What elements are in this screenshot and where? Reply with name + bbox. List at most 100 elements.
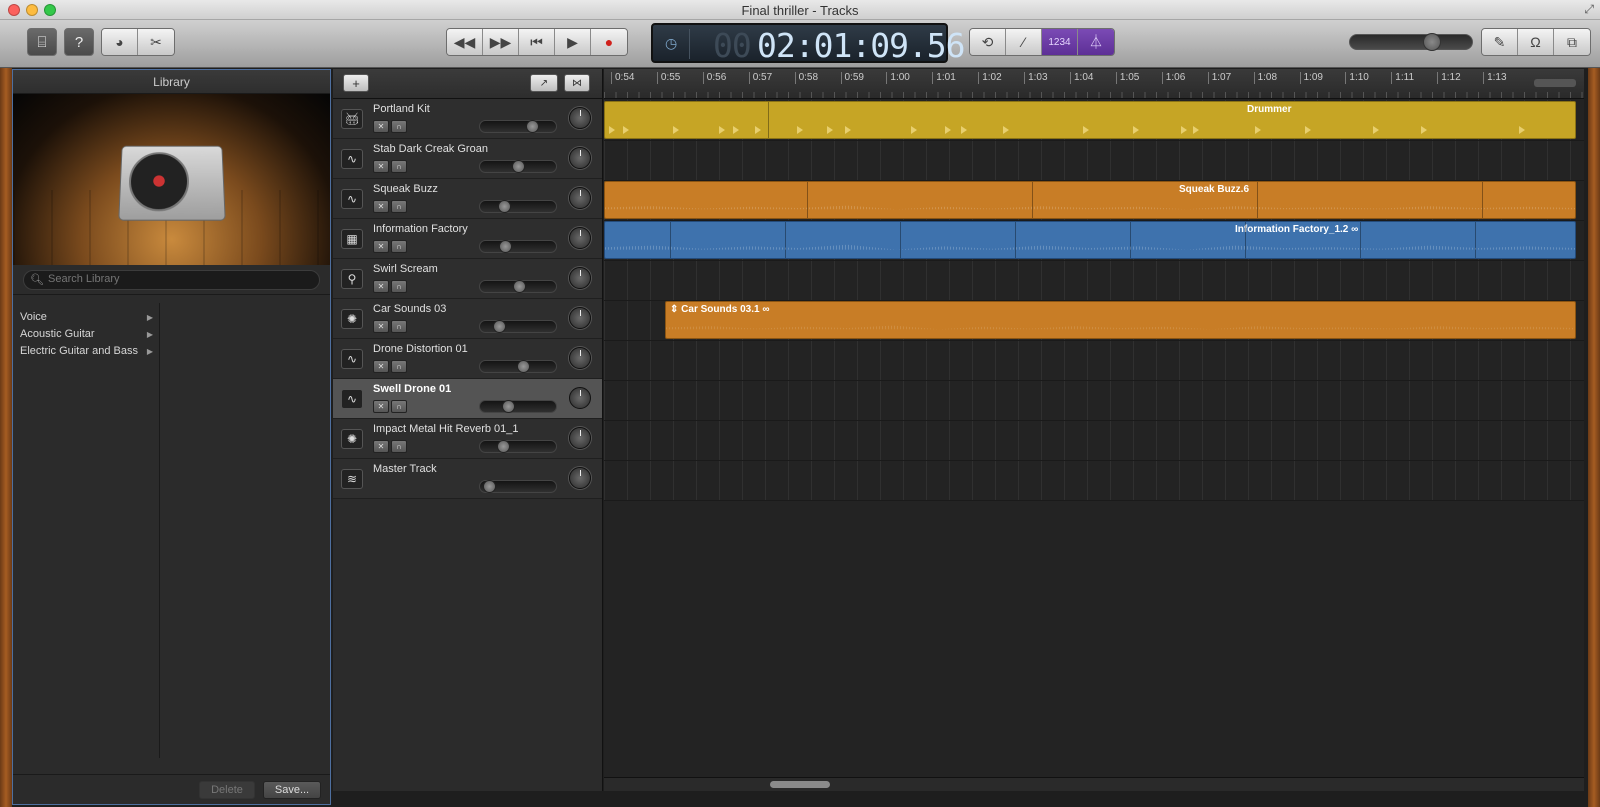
mute-button[interactable]: ✕ — [373, 200, 389, 213]
track-volume-slider[interactable] — [479, 320, 557, 333]
solo-button[interactable]: ∩ — [391, 240, 407, 253]
pan-knob[interactable] — [569, 347, 591, 369]
library-category-voice[interactable]: Voice ▶ — [13, 309, 159, 326]
solo-button[interactable]: ∩ — [391, 280, 407, 293]
track-name[interactable]: Impact Metal Hit Reverb 01_1 — [373, 423, 519, 435]
go-to-beginning-button[interactable]: ⏮ — [519, 29, 555, 55]
mute-button[interactable]: ✕ — [373, 320, 389, 333]
master-volume-slider[interactable] — [1349, 33, 1473, 51]
solo-button[interactable]: ∩ — [391, 200, 407, 213]
pan-knob[interactable] — [569, 267, 591, 289]
track-volume-knob[interactable] — [497, 440, 510, 453]
rewind-button[interactable]: ◀◀ — [447, 29, 483, 55]
loop-browser-button[interactable]: Ω — [1518, 29, 1554, 55]
track-volume-knob[interactable] — [513, 280, 526, 293]
cycle-button[interactable]: ⟲ — [970, 29, 1006, 55]
track-row[interactable]: ∿ Drone Distortion 01 ✕ ∩ — [333, 339, 602, 379]
track-volume-knob[interactable] — [498, 200, 511, 213]
lcd-display[interactable]: ◷ 00 02:01:09.56 — [651, 23, 966, 65]
track-name[interactable]: Portland Kit — [373, 103, 430, 115]
solo-button[interactable]: ∩ — [391, 400, 407, 413]
mute-button[interactable]: ✕ — [373, 360, 389, 373]
track-volume-slider[interactable] — [479, 240, 557, 253]
track-volume-knob[interactable] — [483, 480, 496, 493]
solo-button[interactable]: ∩ — [391, 320, 407, 333]
mute-button[interactable]: ✕ — [373, 400, 389, 413]
catch-playhead-button[interactable]: ↗ — [530, 74, 558, 92]
track-volume-knob[interactable] — [526, 120, 539, 133]
count-in-button[interactable]: 1234 — [1042, 29, 1078, 55]
help-button[interactable]: ? — [64, 28, 94, 56]
media-browser-button[interactable]: ⧉ — [1554, 29, 1590, 55]
track-name[interactable]: Car Sounds 03 — [373, 303, 446, 315]
track-volume-slider[interactable] — [479, 280, 557, 293]
track-volume-slider[interactable] — [479, 200, 557, 213]
track-row[interactable]: ∿ Swell Drone 01 ✕ ∩ — [333, 379, 602, 419]
track-name[interactable]: Swell Drone 01 — [373, 383, 451, 395]
pan-knob[interactable] — [569, 427, 591, 449]
save-button[interactable]: Save... — [263, 781, 321, 799]
play-button[interactable]: ▶ — [555, 29, 591, 55]
track-row[interactable]: ✺ Impact Metal Hit Reverb 01_1 ✕ ∩ — [333, 419, 602, 459]
scrollbar-thumb[interactable] — [770, 781, 830, 788]
library-category-acoustic-guitar[interactable]: Acoustic Guitar ▶ — [13, 326, 159, 343]
track-row[interactable]: ✺ Car Sounds 03 ✕ ∩ — [333, 299, 602, 339]
car-sounds-region[interactable]: ⇕ Car Sounds 03.1 ∞ — [665, 301, 1576, 339]
fullscreen-icon[interactable]: ⤢ — [1584, 2, 1594, 17]
pan-knob[interactable] — [569, 107, 591, 129]
tuner-button[interactable]: ⁄ — [1006, 29, 1042, 55]
zoom-slider[interactable] — [1534, 79, 1576, 87]
track-volume-slider[interactable] — [479, 160, 557, 173]
track-volume-slider[interactable] — [479, 360, 557, 373]
mute-button[interactable]: ✕ — [373, 120, 389, 133]
track-name[interactable]: Stab Dark Creak Groan — [373, 143, 488, 155]
metronome-button[interactable]: ⏃ — [1078, 29, 1114, 55]
library-toggle-button[interactable]: ⌸ — [27, 28, 57, 56]
track-volume-knob[interactable] — [499, 240, 512, 253]
delete-button[interactable]: Delete — [199, 781, 255, 799]
track-row[interactable]: ∿ Stab Dark Creak Groan ✕ ∩ — [333, 139, 602, 179]
solo-button[interactable]: ∩ — [391, 440, 407, 453]
track-volume-slider[interactable] — [479, 400, 557, 413]
solo-button[interactable]: ∩ — [391, 120, 407, 133]
information-factory-region[interactable]: Information Factory_1.2 ∞ — [604, 221, 1576, 259]
mute-button[interactable]: ✕ — [373, 280, 389, 293]
smart-controls-button[interactable]: ◕ — [102, 29, 138, 55]
squeak-buzz-region[interactable]: Squeak Buzz.6 — [604, 181, 1576, 219]
track-row[interactable]: 🥁︎ Portland Kit ✕ ∩ — [333, 99, 602, 139]
arrange-area[interactable]: 0:54 0:55 0:56 0:57 0:58 0:59 1:00 1:01 1:02 1:03… — [604, 69, 1584, 791]
track-row[interactable]: ⚲ Swirl Scream ✕ ∩ — [333, 259, 602, 299]
track-name[interactable]: Information Factory — [373, 223, 468, 235]
track-name[interactable]: Swirl Scream — [373, 263, 438, 275]
track-volume-knob[interactable] — [493, 320, 506, 333]
track-volume-slider[interactable] — [479, 480, 557, 493]
clock-icon[interactable]: ◷ — [665, 35, 677, 52]
mute-button[interactable]: ✕ — [373, 240, 389, 253]
mute-button[interactable]: ✕ — [373, 160, 389, 173]
pan-knob[interactable] — [569, 147, 591, 169]
library-search[interactable]: 🔍︎ — [23, 270, 320, 290]
track-row[interactable]: ▦ Information Factory ✕ ∩ — [333, 219, 602, 259]
editors-button[interactable]: ✂ — [138, 29, 174, 55]
pan-knob[interactable] — [569, 387, 591, 409]
flex-button[interactable]: ⋈ — [564, 74, 590, 92]
track-volume-knob[interactable] — [512, 160, 525, 173]
track-name[interactable]: Drone Distortion 01 — [373, 343, 468, 355]
search-input[interactable] — [48, 273, 311, 285]
track-volume-slider[interactable] — [479, 440, 557, 453]
track-name[interactable]: Squeak Buzz — [373, 183, 438, 195]
pan-knob[interactable] — [569, 307, 591, 329]
track-volume-knob[interactable] — [517, 360, 530, 373]
fast-forward-button[interactable]: ▶▶ — [483, 29, 519, 55]
record-button[interactable]: ● — [591, 29, 627, 55]
notepad-button[interactable]: ✎ — [1482, 29, 1518, 55]
library-category-electric-guitar-bass[interactable]: Electric Guitar and Bass ▶ — [13, 343, 159, 360]
timeline-ruler[interactable]: 0:54 0:55 0:56 0:57 0:58 0:59 1:00 1:01 1:02 1:03… — [604, 69, 1584, 99]
drummer-region[interactable]: Drummer — [604, 101, 1576, 139]
mute-button[interactable]: ✕ — [373, 440, 389, 453]
pan-knob[interactable] — [569, 187, 591, 209]
track-name[interactable]: Master Track — [373, 463, 437, 475]
pan-knob[interactable] — [569, 227, 591, 249]
add-track-button[interactable]: + — [343, 74, 369, 92]
horizontal-scrollbar[interactable] — [604, 777, 1584, 791]
